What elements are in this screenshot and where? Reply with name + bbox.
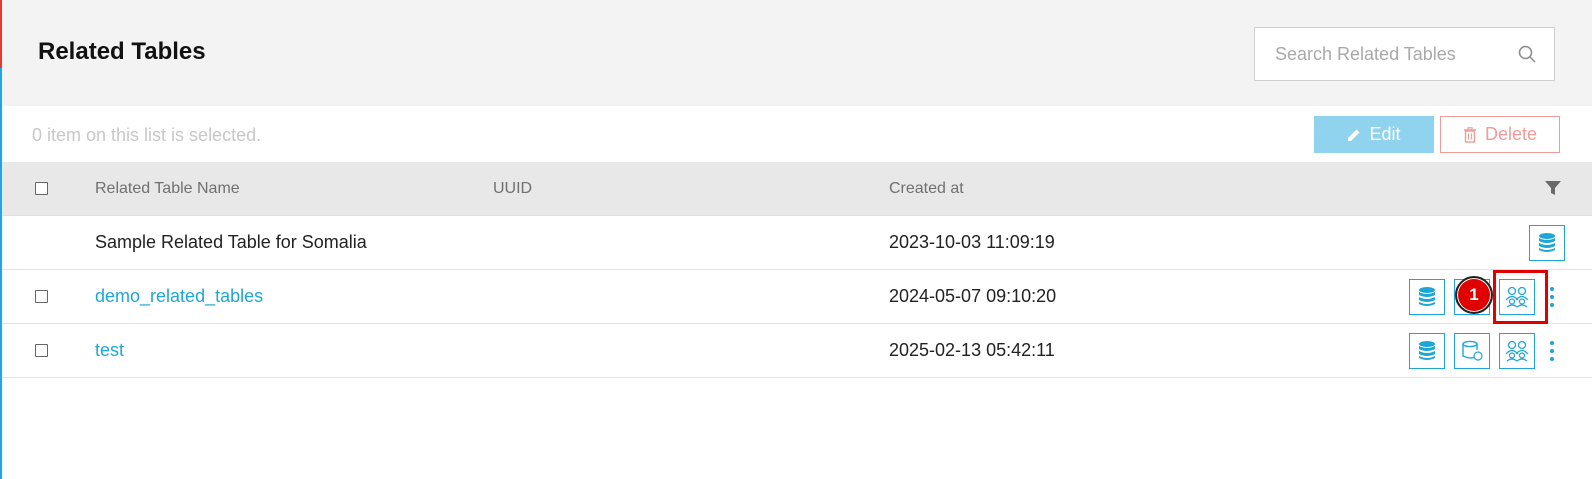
column-header-created-at[interactable]: Created at <box>889 180 964 198</box>
database-icon <box>1419 287 1435 306</box>
row-name-link[interactable]: demo_related_tables <box>95 286 263 307</box>
row-created-at: 2025-02-13 05:42:11 <box>889 340 1055 360</box>
more-options-icon[interactable] <box>1548 341 1556 361</box>
trash-icon <box>1463 126 1476 143</box>
users-icon <box>1505 340 1529 362</box>
column-header-uuid[interactable]: UUID <box>493 180 532 198</box>
selection-toolbar: 0 item on this list is selected. Edit De… <box>2 106 1592 162</box>
view-data-button[interactable] <box>1529 225 1565 261</box>
highlight-box <box>1493 270 1548 324</box>
manage-users-button[interactable] <box>1499 333 1535 369</box>
page-header: Related Tables <box>2 0 1592 106</box>
page-title: Related Tables <box>38 38 206 65</box>
row-created-at: 2024-05-07 09:10:20 <box>889 286 1057 306</box>
search-box <box>1254 27 1555 81</box>
selection-status: 0 item on this list is selected. <box>32 125 262 145</box>
row-checkbox[interactable] <box>35 290 48 303</box>
row-name-link[interactable]: test <box>95 340 124 361</box>
row-checkbox[interactable] <box>35 344 48 357</box>
edit-button[interactable]: Edit <box>1314 116 1434 153</box>
data-settings-button[interactable] <box>1454 333 1490 369</box>
row-name: Sample Related Table for Somalia <box>95 232 367 252</box>
view-data-button[interactable] <box>1409 333 1445 369</box>
delete-button[interactable]: Delete <box>1440 116 1560 153</box>
table-row: demo_related_tables 2024-05-07 09:10:20 <box>2 270 1592 324</box>
select-all-checkbox[interactable] <box>35 182 48 195</box>
database-icon <box>1539 233 1555 252</box>
table-row: Sample Related Table for Somalia 2023-10… <box>2 216 1592 270</box>
delete-button-label: Delete <box>1484 124 1538 144</box>
table-row: test 2025-02-13 05:42:11 <box>2 324 1592 378</box>
row-created-at: 2023-10-03 11:09:19 <box>889 232 1055 252</box>
pencil-icon <box>1348 129 1360 141</box>
search-icon[interactable] <box>1518 45 1536 63</box>
edit-button-label: Edit <box>1369 124 1401 144</box>
database-icon <box>1419 341 1435 360</box>
database-settings-icon <box>1462 340 1483 361</box>
more-options-icon[interactable] <box>1548 287 1556 307</box>
step-badge: 1 <box>1455 276 1493 314</box>
view-data-button[interactable] <box>1409 279 1445 315</box>
table-header: Related Table Name UUID Created at <box>2 162 1592 216</box>
search-input[interactable] <box>1255 28 1505 80</box>
column-header-name[interactable]: Related Table Name <box>95 180 240 198</box>
filter-icon[interactable] <box>1544 179 1562 197</box>
